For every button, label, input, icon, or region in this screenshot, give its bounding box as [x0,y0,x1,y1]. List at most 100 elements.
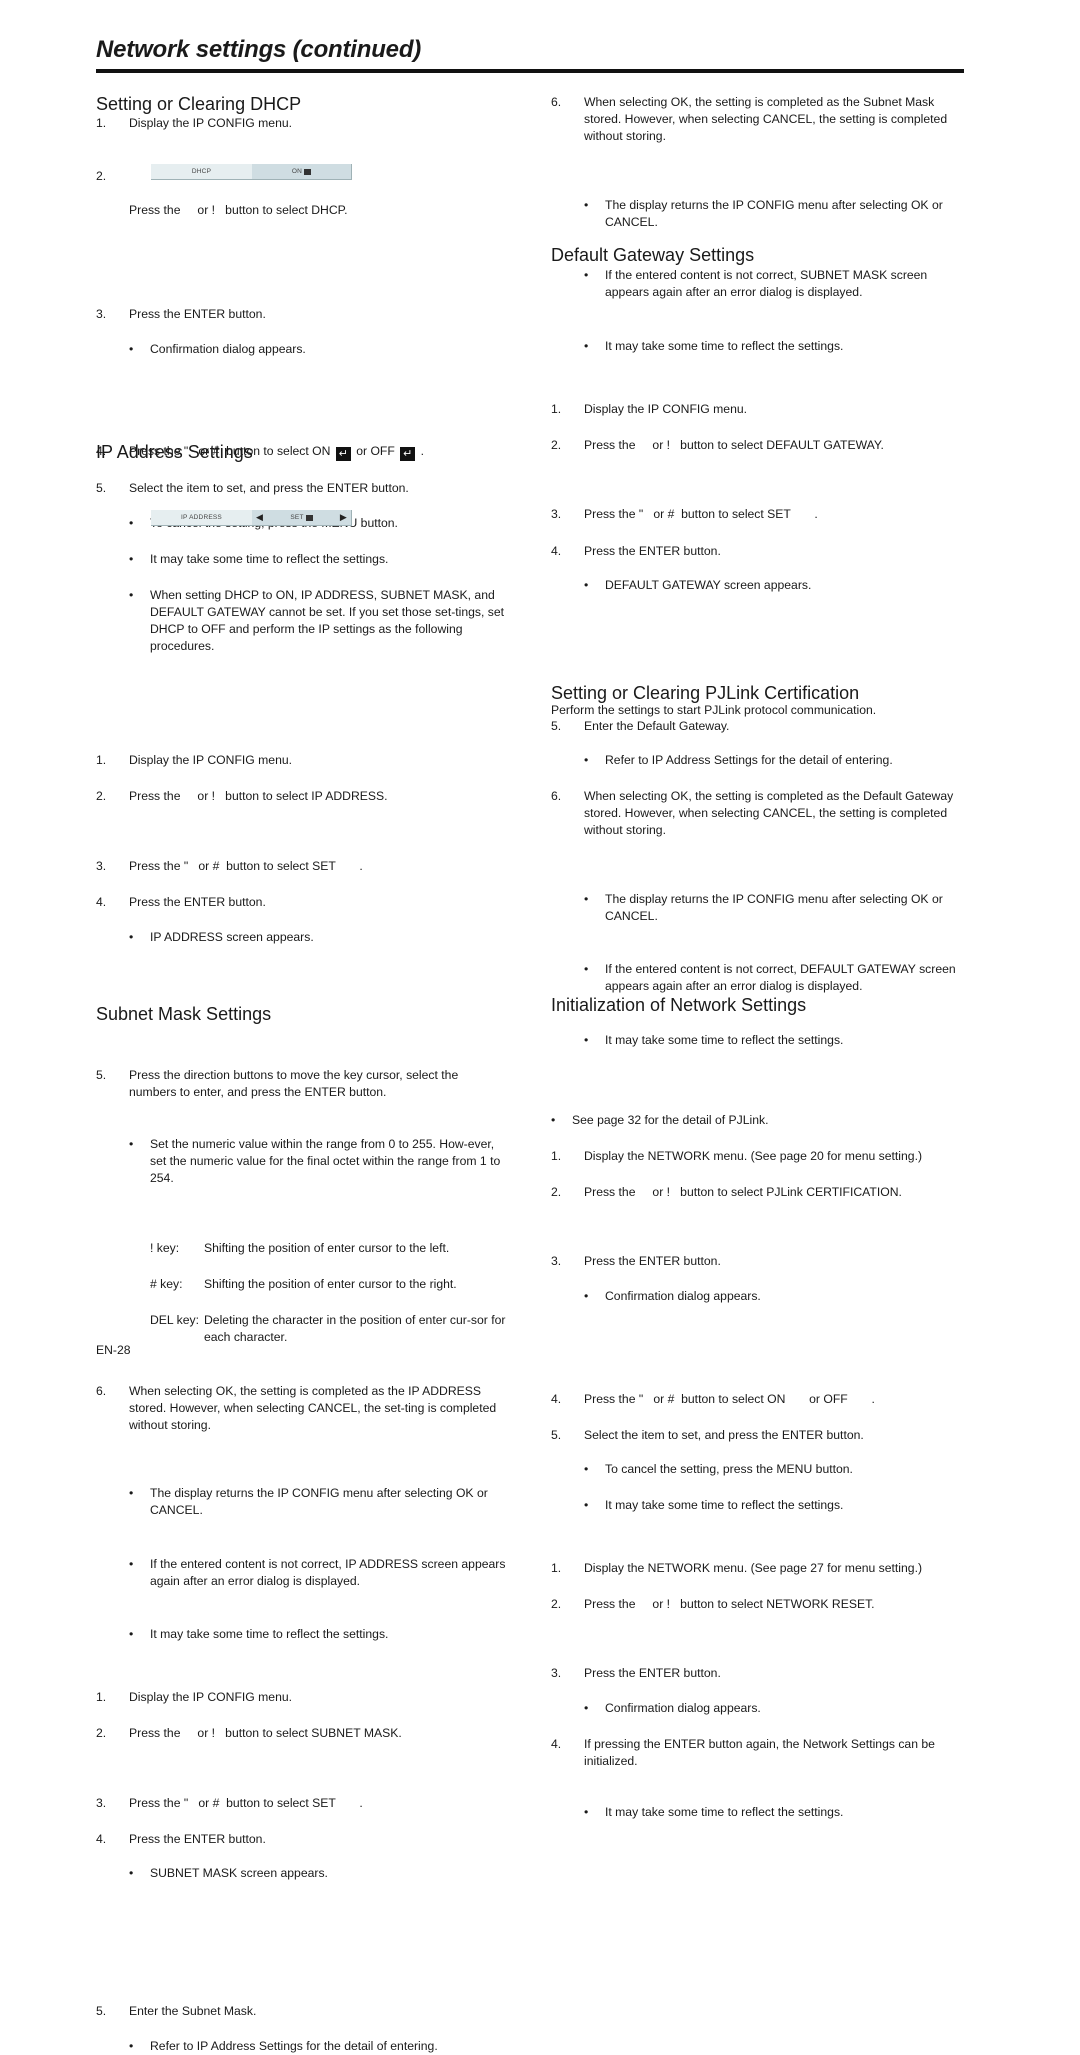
section-subnet-mask: Subnet Mask Settings [96,1004,271,1024]
step-number: 3. [96,1796,107,1810]
page-number: EN-28 [96,1343,131,1357]
step-text: Press the ENTER button. [129,1832,266,1846]
step-text: Display the NETWORK menu. (See page 20 f… [584,1149,923,1163]
key-name: DEL key: [150,1313,199,1327]
bullet-text: The display returns the IP CONFIG menu a… [605,892,943,923]
section-default-gateway: Default Gateway Settings [551,245,754,265]
bullet-text: It may take some time to reflect the set… [605,1033,844,1047]
section-heading: Default Gateway Settings [551,245,755,265]
step-number: 3. [96,307,107,321]
step-text: Display the IP CONFIG menu. [129,1690,293,1704]
section-heading: Setting or Clearing DHCP [96,94,302,114]
menu-label: IP ADDRESS [151,510,252,525]
bullet-icon: • [584,1498,589,1512]
step-number: 2. [551,1597,562,1611]
step-number: 6. [551,95,562,109]
key-name: # key: [150,1277,183,1291]
step-text: When selecting OK, the setting is comple… [129,1384,497,1432]
step-text: Select the item to set, and press the EN… [129,481,409,495]
step-text: Press the ENTER button. [129,895,266,909]
bullet-icon: • [129,930,134,944]
bullet-icon: • [584,753,589,767]
bullet-item: • It may take some time to reflect the s… [584,1497,966,1514]
bullet-item: • Confirmation dialog appears. [584,1288,966,1305]
bullet-item: • The display returns the IP CONFIG menu… [584,891,966,925]
step-text: When selecting OK, the setting is comple… [584,95,948,143]
enter-icon: ↵ [400,447,416,461]
step: 2. Press the or ! button to select DEFAU… [551,437,966,454]
step-text: Display the NETWORK menu. (See page 27 f… [584,1561,923,1575]
bullet-item: • It may take some time to reflect the s… [129,1626,516,1643]
step: 6. When selecting OK, the setting is com… [551,788,963,839]
step: 5. Press the direction buttons to move t… [96,1067,506,1101]
step: 1. Display the IP CONFIG menu. [551,401,966,418]
step-number: 5. [96,481,107,495]
step-text-part: . [420,444,424,458]
step-number: 5. [551,1428,562,1442]
step: 4. Press the ENTER button. [551,543,966,560]
step: 6. When selecting OK, the setting is com… [551,94,963,145]
step-number: 4. [96,1832,107,1846]
bullet-item: • The display returns the IP CONFIG menu… [584,197,966,231]
bullet-icon: • [584,962,589,976]
step: 4. Press the " or # button to select ON … [551,1391,966,1408]
menu-value-text: SET [290,514,304,521]
step-number: 1. [551,1149,562,1163]
step: 4. If pressing the ENTER button again, t… [551,1736,963,1770]
bullet-text: If the entered content is not correct, I… [150,1557,506,1588]
bullet-item: • Refer to IP Address Settings for the d… [129,2038,516,2055]
step-number: 5. [551,719,562,733]
section-dhcp: Setting or Clearing DHCP [96,94,301,114]
bullet-text: When setting DHCP to ON, IP ADDRESS, SUB… [150,588,505,653]
step-text: Press the or ! button to select DEFAULT … [584,438,884,452]
step: 1. Display the NETWORK menu. (See page 2… [551,1148,966,1165]
bullet-item: • Set the numeric value within the range… [129,1136,511,1187]
step-text: Press the or ! button to select DHCP. [129,203,348,217]
step-text: Press the ENTER button. [584,1666,721,1680]
step: 2. Press the or ! button to select IP AD… [96,788,516,805]
step-number: 4. [551,544,562,558]
step-number: 4. [96,895,107,909]
bullet-text: It may take some time to reflect the set… [605,1805,844,1819]
step-text: Press the ENTER button. [129,307,266,321]
section-ip-address: IP Address Settings [96,442,253,462]
bullet-item: • It may take some time to reflect the s… [584,1804,966,1821]
bullet-icon: • [584,339,589,353]
bullet-text: It may take some time to reflect the set… [605,339,844,353]
step-text: Select the item to set, and press the EN… [584,1428,864,1442]
bullet-icon: • [584,1462,589,1476]
key-text: Shifting the position of enter cursor to… [204,1277,457,1291]
bullet-text: Set the numeric value within the range f… [150,1137,501,1185]
bullet-text: The display returns the IP CONFIG menu a… [605,198,943,229]
left-column: Setting or Clearing DHCP 1. Display the … [96,0,516,2053]
bullet-text: If the entered content is not correct, D… [605,962,956,993]
step-number: 6. [551,789,562,803]
right-arrow-icon: ▶ [339,512,347,522]
step: 5. Select the item to set, and press the… [96,480,516,497]
key-description: DEL key: Deleting the character in the p… [150,1312,506,1346]
bullet-item: • It may take some time to reflect the s… [584,1032,966,1049]
step-text-part: or OFF [356,444,395,458]
section-pjlink: Setting or Clearing PJLink Certification [551,683,859,703]
step-text: Enter the Subnet Mask. [129,2004,257,2018]
bullet-text: It may take some time to reflect the set… [605,1498,844,1512]
step-number: 5. [96,1068,107,1082]
bullet-icon: • [584,578,589,592]
enter-icon [304,168,312,175]
key-name: ! key: [150,1241,180,1255]
step: 4. Press the ENTER button. [96,894,516,911]
bullet-text: Confirmation dialog appears. [605,1289,761,1303]
section-heading: Initialization of Network Settings [551,995,807,1015]
bullet-icon: • [129,1486,134,1500]
menu-value-text: ON [291,168,303,175]
step: 5. Enter the Subnet Mask. [96,2003,516,2020]
bullet-text: Confirmation dialog appears. [150,342,306,356]
bullet-icon: • [129,1137,134,1151]
bullet-text: See page 32 for the detail of PJLink. [572,1113,769,1127]
step-number: 1. [96,116,107,130]
key-text: Deleting the character in the position o… [204,1313,506,1344]
step: 3. Press the " or # button to select SET… [96,858,516,875]
step: 3. Press the ENTER button. [551,1665,966,1682]
menu-value: ON [252,164,351,179]
step-number: 2. [551,1185,562,1199]
